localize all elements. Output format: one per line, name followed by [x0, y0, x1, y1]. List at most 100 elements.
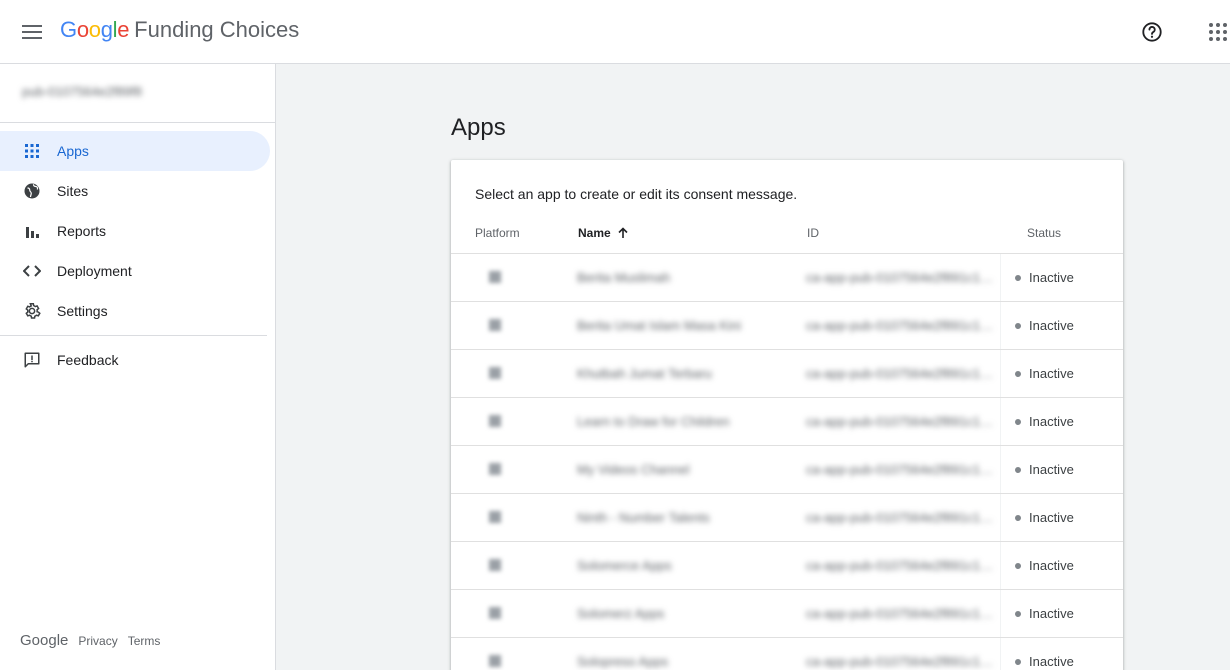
status-cell: Inactive	[1000, 446, 1123, 493]
product-name: Funding Choices	[134, 17, 300, 42]
platform-icon	[489, 271, 501, 283]
table-row[interactable]: Ninth - Number Talents ca-app-pub-0107564…	[451, 493, 1123, 541]
terms-link[interactable]: Terms	[128, 634, 161, 648]
status-dot-icon	[1015, 514, 1021, 521]
app-name: Berita Muslimah	[577, 270, 671, 285]
feedback-icon	[22, 350, 42, 370]
sidebar-footer: Google Privacy Terms	[20, 632, 170, 649]
divider	[0, 335, 267, 336]
app-id: ca-app-pub-0107564e2f891c1234	[806, 654, 996, 669]
app-id: ca-app-pub-0107564e2f891c1234	[806, 606, 996, 621]
help-button[interactable]	[1136, 16, 1168, 48]
column-header-platform[interactable]: Platform	[475, 226, 520, 240]
google-wordmark-letter: e	[117, 17, 130, 42]
app-id: ca-app-pub-0107564e2f891c1234	[806, 318, 996, 333]
status-label: Inactive	[1029, 414, 1074, 429]
google-wordmark-letter: o	[88, 17, 101, 42]
platform-icon	[489, 511, 501, 523]
status-label: Inactive	[1029, 654, 1074, 669]
bar-chart-icon	[22, 221, 42, 241]
privacy-link[interactable]: Privacy	[78, 634, 117, 648]
column-header-label: Name	[578, 226, 611, 240]
status-label: Inactive	[1029, 366, 1074, 381]
status-dot-icon	[1015, 610, 1021, 617]
status-dot-icon	[1015, 466, 1021, 473]
platform-icon	[489, 463, 501, 475]
status-label: Inactive	[1029, 606, 1074, 621]
table-row[interactable]: Learn to Draw for Children ca-app-pub-010…	[451, 397, 1123, 445]
platform-icon	[489, 367, 501, 379]
platform-icon	[489, 559, 501, 571]
status-dot-icon	[1015, 658, 1021, 665]
google-wordmark: Google	[60, 17, 129, 43]
sidebar-item-label: Sites	[57, 183, 89, 199]
help-icon	[1142, 22, 1162, 42]
status-cell: Inactive	[1000, 638, 1123, 670]
table-row[interactable]: Solomerz Apps ca-app-pub-0107564e2f891c12…	[451, 589, 1123, 637]
platform-icon	[489, 655, 501, 667]
sidebar-item-reports[interactable]: Reports	[0, 211, 270, 251]
app-name: Khutbah Jumat Terbaru	[577, 366, 712, 381]
app-name: Ninth - Number Talents	[577, 510, 710, 525]
table-row[interactable]: My Videos Channel ca-app-pub-0107564e2f89…	[451, 445, 1123, 493]
status-dot-icon	[1015, 322, 1021, 329]
google-wordmark-letter: o	[76, 17, 89, 42]
divider	[0, 122, 275, 123]
table-row[interactable]: Solomerce Apps ca-app-pub-0107564e2f891c1…	[451, 541, 1123, 589]
sidebar-item-label: Feedback	[57, 352, 119, 368]
status-cell: Inactive	[1000, 254, 1123, 301]
sort-ascending-icon	[617, 227, 629, 239]
sidebar-item-deployment[interactable]: Deployment	[0, 251, 270, 291]
sidebar-item-label: Settings	[57, 303, 108, 319]
apps-grid-icon	[1209, 23, 1227, 41]
platform-icon	[489, 415, 501, 427]
app-id: ca-app-pub-0107564e2f891c1234	[806, 510, 996, 525]
status-label: Inactive	[1029, 558, 1074, 573]
app-id: ca-app-pub-0107564e2f891c1234	[806, 462, 996, 477]
sidebar-item-sites[interactable]: Sites	[0, 171, 270, 211]
app-name: My Videos Channel	[577, 462, 690, 477]
status-cell: Inactive	[1000, 542, 1123, 589]
table-row[interactable]: Berita Umat Islam Masa Kini ca-app-pub-01…	[451, 301, 1123, 349]
sidebar-item-label: Deployment	[57, 263, 132, 279]
column-header-name[interactable]: Name	[578, 226, 629, 240]
google-apps-button[interactable]	[1208, 16, 1230, 48]
column-header-id[interactable]: ID	[807, 226, 819, 240]
app-id: ca-app-pub-0107564e2f891c1234	[806, 558, 996, 573]
app-name: Solomerz Apps	[577, 606, 665, 621]
product-logo[interactable]: Google Funding Choices	[60, 17, 299, 43]
platform-icon	[489, 607, 501, 619]
sidebar-item-feedback[interactable]: Feedback	[0, 340, 270, 380]
status-dot-icon	[1015, 562, 1021, 569]
sidebar-item-label: Apps	[57, 143, 89, 159]
google-wordmark-letter: G	[60, 17, 77, 42]
table-description: Select an app to create or edit its cons…	[475, 186, 798, 202]
app-name: Berita Umat Islam Masa Kini	[577, 318, 741, 333]
app-id: ca-app-pub-0107564e2f891c1234	[806, 366, 996, 381]
table-row[interactable]: Berita Muslimah ca-app-pub-0107564e2f891c…	[451, 253, 1123, 301]
status-dot-icon	[1015, 418, 1021, 425]
status-label: Inactive	[1029, 318, 1074, 333]
status-label: Inactive	[1029, 510, 1074, 525]
sidebar-item-settings[interactable]: Settings	[0, 291, 270, 331]
app-id: ca-app-pub-0107564e2f891c1234	[806, 270, 996, 285]
globe-icon	[22, 181, 42, 201]
main-menu-button[interactable]	[16, 16, 48, 48]
table-row[interactable]: Solopreso Apps ca-app-pub-0107564e2f891c1…	[451, 637, 1123, 670]
column-header-status[interactable]: Status	[1027, 226, 1061, 240]
status-label: Inactive	[1029, 270, 1074, 285]
status-label: Inactive	[1029, 462, 1074, 477]
platform-icon	[489, 319, 501, 331]
top-app-bar: Google Funding Choices	[0, 0, 1230, 64]
status-cell: Inactive	[1000, 494, 1123, 541]
app-name: Solomerce Apps	[577, 558, 672, 573]
sidebar-item-apps[interactable]: Apps	[0, 131, 270, 171]
gear-icon	[22, 301, 42, 321]
apps-table-card: Select an app to create or edit its cons…	[451, 160, 1123, 670]
account-id[interactable]: pub-0107564e2f89f8	[22, 84, 142, 99]
hamburger-menu-icon	[22, 25, 42, 39]
app-id: ca-app-pub-0107564e2f891c1234	[806, 414, 996, 429]
table-row[interactable]: Khutbah Jumat Terbaru ca-app-pub-0107564e…	[451, 349, 1123, 397]
status-dot-icon	[1015, 370, 1021, 377]
status-dot-icon	[1015, 274, 1021, 281]
